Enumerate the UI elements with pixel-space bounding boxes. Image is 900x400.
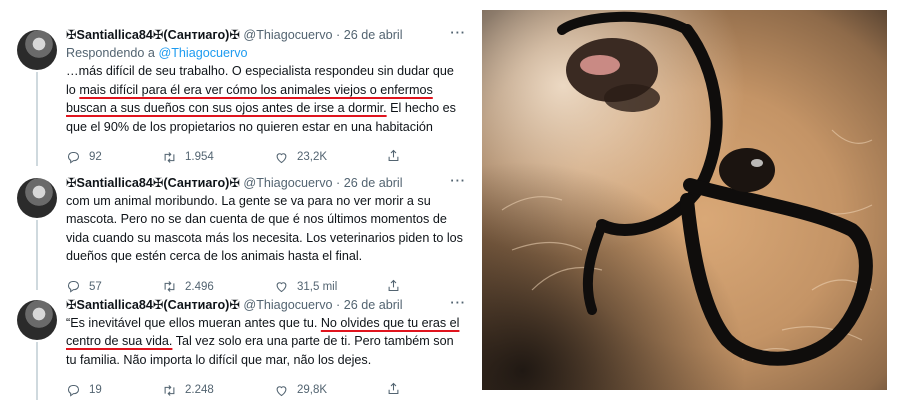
- tweet-header: ✠Santiallica84✠(Сантиаго)✠ @Thiagocuervo…: [66, 296, 466, 314]
- reply-count: 57: [89, 280, 102, 293]
- tweet-date[interactable]: 26 de abril: [344, 176, 403, 190]
- like-button[interactable]: 23,2K: [274, 148, 327, 166]
- replying-to: Respondendo a @Thiagocuervo: [66, 44, 466, 62]
- share-icon: [388, 149, 399, 162]
- separator-dot: ·: [336, 176, 341, 190]
- share-icon: [388, 279, 399, 291]
- tweet-text-part: “Es inevitável que ellos mueran antes qu…: [66, 316, 321, 330]
- retweet-icon: [164, 385, 175, 396]
- retweet-count: 2.496: [185, 280, 214, 293]
- reply-icon: [67, 384, 80, 397]
- share-button[interactable]: [386, 381, 401, 396]
- user-handle[interactable]: @Thiagocuervo: [243, 176, 332, 190]
- tweet-actions: 19 2.248 29,8K: [66, 381, 466, 399]
- tweet-header: ✠Santiallica84✠(Сантиаго)✠ @Thiagocuervo…: [66, 174, 466, 192]
- underlined-text: mais difícil para él era ver cómo los an…: [66, 82, 433, 116]
- more-options-icon[interactable]: ···: [450, 172, 466, 190]
- share-button[interactable]: [386, 278, 401, 293]
- reply-count: 92: [89, 151, 102, 164]
- replying-to-label: Respondendo a: [66, 46, 159, 60]
- avatar[interactable]: [17, 30, 57, 70]
- heart-icon: [276, 282, 287, 293]
- reply-button[interactable]: 19: [66, 381, 102, 399]
- tweet-content: ✠Santiallica84✠(Сантиаго)✠ @Thiagocuervo…: [66, 174, 466, 296]
- like-count: 29,8K: [297, 384, 328, 397]
- retweet-button[interactable]: 1.954: [162, 148, 214, 166]
- reply-button[interactable]: 57: [66, 278, 102, 296]
- heart-icon: [276, 386, 287, 397]
- retweet-button[interactable]: 2.248: [162, 381, 214, 399]
- tweet-content: ✠Santiallica84✠(Сантиаго)✠ @Thiagocuervo…: [66, 26, 466, 166]
- tweet-header: ✠Santiallica84✠(Сантиаго)✠ @Thiagocuervo…: [66, 26, 466, 44]
- retweet-icon: [164, 281, 175, 293]
- share-icon: [388, 382, 399, 395]
- like-button[interactable]: 29,8K: [274, 381, 327, 399]
- reply-icon: [67, 281, 80, 293]
- separator-dot: ·: [336, 28, 341, 42]
- display-name[interactable]: ✠Santiallica84✠(Сантиаго)✠: [66, 298, 240, 312]
- reply-button[interactable]: 92: [66, 148, 102, 166]
- thread-connector-line: [36, 72, 38, 166]
- user-handle[interactable]: @Thiagocuervo: [243, 298, 332, 312]
- more-options-icon[interactable]: ···: [450, 24, 466, 42]
- share-button[interactable]: [386, 148, 401, 163]
- like-count: 23,2K: [297, 151, 328, 164]
- reply-count: 19: [89, 384, 102, 397]
- like-button[interactable]: 31,5 mil: [274, 278, 337, 296]
- tweet-text: …más difícil de seu trabalho. O especial…: [66, 62, 466, 136]
- display-name[interactable]: ✠Santiallica84✠(Сантиаго)✠: [66, 176, 240, 190]
- retweet-icon: [164, 151, 175, 163]
- tweet-date[interactable]: 26 de abril: [344, 28, 403, 42]
- avatar[interactable]: [17, 178, 57, 218]
- retweet-button[interactable]: 2.496: [162, 278, 214, 296]
- tweet-content: ✠Santiallica84✠(Сантиаго)✠ @Thiagocuervo…: [66, 296, 466, 399]
- heart-icon: [276, 153, 287, 163]
- tweet-actions: 57 2.496 31,5 mil: [66, 278, 466, 296]
- replying-to-link[interactable]: @Thiagocuervo: [158, 46, 247, 60]
- tweet-text: com um animal moribundo. La gente se va …: [66, 194, 463, 264]
- tweet-actions: 92 1.954 23,2K: [66, 148, 466, 166]
- thread-connector-line: [36, 342, 38, 400]
- thread-connector-line: [36, 220, 38, 290]
- avatar[interactable]: [17, 300, 57, 340]
- display-name[interactable]: ✠Santiallica84✠(Сантиаго)✠: [66, 28, 240, 42]
- like-count: 31,5 mil: [297, 280, 338, 293]
- tweet-date[interactable]: 26 de abril: [344, 298, 403, 312]
- retweet-count: 1.954: [185, 151, 214, 164]
- tweet-text: “Es inevitável que ellos mueran antes qu…: [66, 314, 466, 369]
- reply-icon: [67, 151, 80, 164]
- user-handle[interactable]: @Thiagocuervo: [243, 28, 332, 42]
- retweet-count: 2.248: [185, 384, 214, 397]
- separator-dot: ·: [336, 298, 341, 312]
- dog-with-glasses-photo: [482, 10, 887, 390]
- dog-photo-illustration: [482, 10, 887, 390]
- tweet-thread: ✠Santiallica84✠(Сантиаго)✠ @Thiagocuervo…: [0, 0, 478, 400]
- more-options-icon[interactable]: ···: [450, 294, 466, 312]
